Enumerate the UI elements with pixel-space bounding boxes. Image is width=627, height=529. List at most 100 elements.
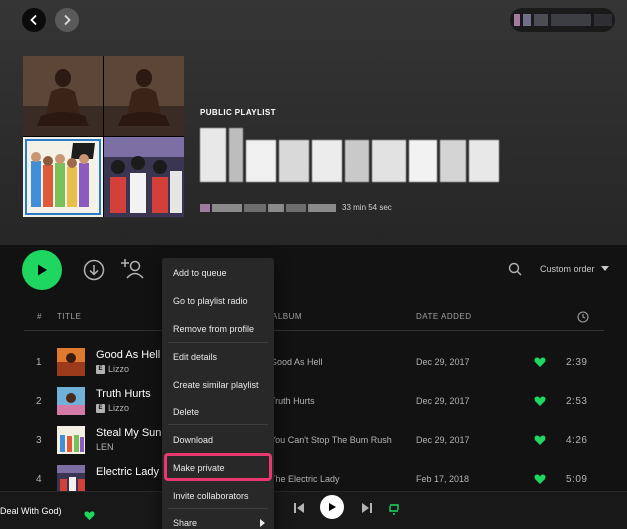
table-row[interactable]: 1 Good As Hell E Lizzo Good As Hell Dec … <box>0 345 627 381</box>
track-duration: 2:53 <box>566 396 588 407</box>
track-number: 1 <box>36 357 42 368</box>
player-play-button[interactable] <box>320 495 344 519</box>
username-pixel <box>534 14 548 26</box>
track-title[interactable]: Steal My Sun <box>96 427 161 439</box>
table-row[interactable]: 3 Steal My Sun LEN You Can't Stop The Bu… <box>0 423 627 459</box>
search-icon[interactable] <box>508 262 522 276</box>
avatar-pixel <box>523 14 531 26</box>
column-album[interactable]: ALBUM <box>272 312 302 321</box>
user-menu-button[interactable] <box>510 8 615 32</box>
liked-heart-icon[interactable] <box>534 473 546 485</box>
menu-item-remove-from-profile[interactable]: Remove from profile <box>162 316 274 342</box>
track-artist-line: LEN <box>96 442 114 452</box>
next-button[interactable] <box>360 501 374 515</box>
menu-item-playlist-radio[interactable]: Go to playlist radio <box>162 288 274 314</box>
explicit-badge: E <box>96 364 105 374</box>
forward-button[interactable] <box>55 8 79 32</box>
download-icon <box>83 259 105 281</box>
liked-heart-icon[interactable] <box>534 395 546 407</box>
play-button[interactable] <box>22 250 62 290</box>
menu-item-invite-collaborators[interactable]: Invite collaborators <box>162 483 274 509</box>
track-number: 3 <box>36 435 42 446</box>
cover-tile <box>104 137 184 217</box>
play-icon <box>329 503 336 511</box>
liked-heart-icon[interactable] <box>84 510 95 521</box>
track-thumbnail <box>57 426 85 454</box>
cover-art-image <box>23 56 103 136</box>
column-date-added[interactable]: DATE ADDED <box>416 312 472 321</box>
add-user-button[interactable] <box>121 257 145 281</box>
cover-tile <box>23 137 103 217</box>
track-title[interactable]: Good As Hell <box>96 349 160 361</box>
track-artist[interactable]: Lizzo <box>108 364 129 374</box>
menu-item-create-similar-playlist[interactable]: Create similar playlist <box>162 372 274 398</box>
menu-divider <box>168 508 268 509</box>
menu-item-share[interactable]: Share <box>162 510 274 529</box>
avatar <box>514 14 520 26</box>
track-album[interactable]: You Can't Stop The Bum Rush <box>270 435 392 445</box>
liked-heart-icon[interactable] <box>534 434 546 446</box>
playlist-title-pixelated <box>200 128 499 182</box>
track-album[interactable]: Truth Hurts <box>270 396 315 406</box>
column-title[interactable]: TITLE <box>57 312 81 321</box>
add-user-icon <box>121 259 144 279</box>
track-artist-line: E Lizzo <box>96 364 129 374</box>
sort-label: Custom order <box>540 264 595 274</box>
menu-item-download[interactable]: Download <box>162 427 274 453</box>
liked-heart-icon[interactable] <box>534 356 546 368</box>
column-number: # <box>37 312 42 321</box>
skip-forward-icon <box>362 503 372 513</box>
menu-divider <box>168 342 268 343</box>
table-row[interactable]: 2 Truth Hurts E Lizzo Truth Hurts Dec 29… <box>0 384 627 420</box>
context-menu: Add to queue Go to playlist radio Remove… <box>162 258 274 529</box>
cover-art-image <box>23 137 103 217</box>
track-number: 2 <box>36 396 42 407</box>
header-divider <box>24 330 604 331</box>
track-title[interactable]: Truth Hurts <box>96 388 151 400</box>
play-icon <box>38 264 47 276</box>
menu-item-add-to-queue[interactable]: Add to queue <box>162 260 274 286</box>
now-playing-bar: Deal With God) <box>0 491 627 529</box>
menu-item-share-label: Share <box>173 518 198 528</box>
chevron-right-icon <box>64 14 71 26</box>
menu-item-delete[interactable]: Delete <box>162 399 274 425</box>
track-artist[interactable]: Lizzo <box>108 403 129 413</box>
playlist-meta: 33 min 54 sec <box>200 203 392 212</box>
back-button[interactable] <box>22 8 46 32</box>
cover-tile <box>23 56 103 136</box>
repeat-one-icon <box>389 504 399 515</box>
track-table-header: # TITLE ALBUM DATE ADDED <box>0 311 627 326</box>
track-title[interactable]: Electric Lady <box>96 466 159 478</box>
submenu-arrow-icon <box>260 519 265 527</box>
previous-button[interactable] <box>292 501 306 515</box>
track-date-added: Dec 29, 2017 <box>416 396 470 406</box>
track-album[interactable]: The Electric Lady <box>270 474 340 484</box>
sort-dropdown[interactable]: Custom order <box>540 264 609 274</box>
menu-divider <box>168 424 268 425</box>
now-playing-title[interactable]: Deal With God) <box>0 506 62 516</box>
explicit-badge: E <box>96 403 105 413</box>
track-date-added: Dec 29, 2017 <box>416 357 470 367</box>
track-thumbnail <box>57 465 85 493</box>
track-artist[interactable]: LEN <box>96 442 114 452</box>
menu-item-edit-details[interactable]: Edit details <box>162 344 274 370</box>
username-pixel <box>551 14 591 26</box>
track-date-added: Dec 29, 2017 <box>416 435 470 445</box>
chevron-left-icon <box>30 14 37 26</box>
download-button[interactable] <box>83 259 105 281</box>
username-pixel <box>594 14 612 26</box>
make-private-highlight <box>164 453 272 481</box>
clock-icon <box>577 311 589 325</box>
track-duration: 5:09 <box>566 474 588 485</box>
cover-art-image <box>104 137 184 217</box>
track-duration: 2:39 <box>566 357 588 368</box>
caret-down-icon <box>600 266 609 271</box>
track-artist-line: E Lizzo <box>96 403 129 413</box>
track-thumbnail <box>57 387 85 415</box>
track-date-added: Feb 17, 2018 <box>416 474 470 484</box>
playlist-type-label: PUBLIC PLAYLIST <box>200 108 276 117</box>
cover-tile <box>104 56 184 136</box>
owner-and-count-pixelated <box>200 203 336 212</box>
track-album[interactable]: Good As Hell <box>270 357 323 367</box>
repeat-button[interactable] <box>386 500 402 516</box>
